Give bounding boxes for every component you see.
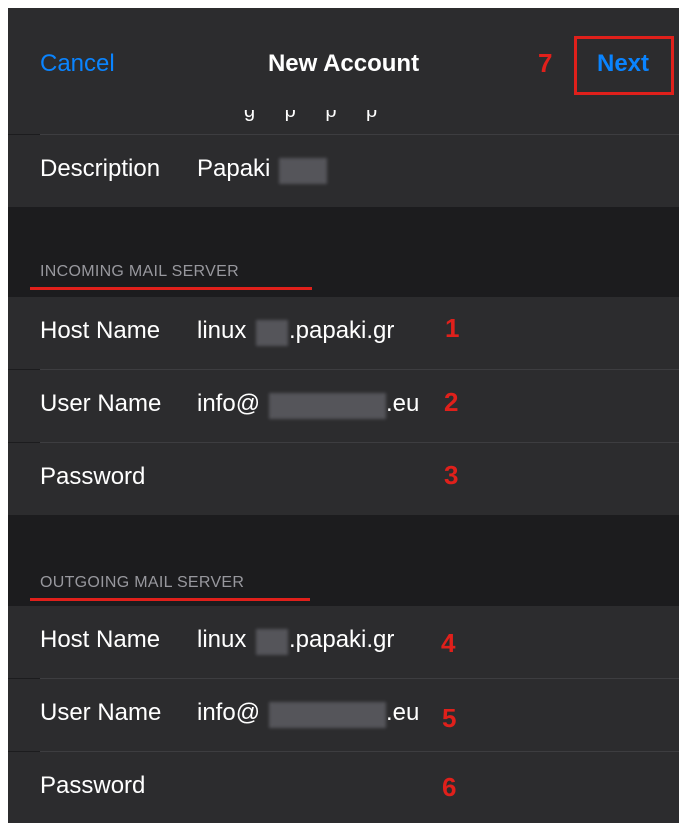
description-label: Description xyxy=(40,155,161,182)
redacted-block xyxy=(279,158,327,184)
annotation-marker-5: 5 xyxy=(442,703,457,733)
redacted-block xyxy=(269,393,386,419)
incoming-user-suffix: .eu xyxy=(386,390,420,417)
annotation-marker-6: 6 xyxy=(442,772,457,802)
next-button[interactable]: Next xyxy=(597,50,649,78)
email-partial-text: g p p p xyxy=(244,110,390,122)
description-row[interactable]: Description Papaki xyxy=(8,135,679,207)
incoming-host-prefix: linux xyxy=(197,317,247,344)
outgoing-host-suffix: .papaki.gr xyxy=(289,626,395,653)
incoming-password-row[interactable]: Password 3 xyxy=(8,443,679,515)
redacted-block xyxy=(256,320,288,346)
outgoing-host-label: Host Name xyxy=(40,626,161,653)
outgoing-user-label: User Name xyxy=(40,699,162,726)
incoming-user-prefix: info@ xyxy=(197,390,261,417)
outgoing-header-underline xyxy=(30,598,310,601)
outgoing-host-prefix: linux xyxy=(197,626,247,653)
outgoing-user-suffix: .eu xyxy=(386,699,420,726)
annotation-marker-2: 2 xyxy=(444,387,459,417)
outgoing-password-label: Password xyxy=(40,772,146,799)
incoming-host-row[interactable]: Host Name linux .papaki.gr 1 xyxy=(8,297,679,369)
incoming-user-row[interactable]: User Name info@ .eu 2 xyxy=(8,370,679,442)
incoming-user-label: User Name xyxy=(40,390,162,417)
outgoing-user-row[interactable]: User Name info@ .eu 5 xyxy=(8,679,679,751)
annotation-marker-7: 7 xyxy=(538,48,553,78)
incoming-password-label: Password xyxy=(40,463,146,490)
incoming-header-underline xyxy=(30,287,312,290)
outgoing-user-prefix: info@ xyxy=(197,699,261,726)
navigation-bar: Cancel New Account 7 Next xyxy=(8,8,679,110)
settings-screen: Cancel New Account 7 Next g p p p Descri… xyxy=(8,8,679,823)
redacted-block xyxy=(269,702,386,728)
redacted-block xyxy=(256,629,288,655)
outgoing-password-row[interactable]: Password 6 xyxy=(8,752,679,823)
incoming-host-suffix: .papaki.gr xyxy=(289,317,395,344)
email-row-partial[interactable]: g p p p xyxy=(8,110,679,134)
outgoing-host-row[interactable]: Host Name linux .papaki.gr 4 xyxy=(8,606,679,678)
annotation-marker-3: 3 xyxy=(444,460,459,490)
annotation-marker-1: 1 xyxy=(445,313,460,343)
incoming-host-label: Host Name xyxy=(40,317,161,344)
outgoing-section-header: OUTGOING MAIL SERVER xyxy=(40,574,245,591)
incoming-section-header: INCOMING MAIL SERVER xyxy=(40,263,239,280)
annotation-marker-4: 4 xyxy=(441,628,456,658)
description-value: Papaki xyxy=(197,155,271,182)
